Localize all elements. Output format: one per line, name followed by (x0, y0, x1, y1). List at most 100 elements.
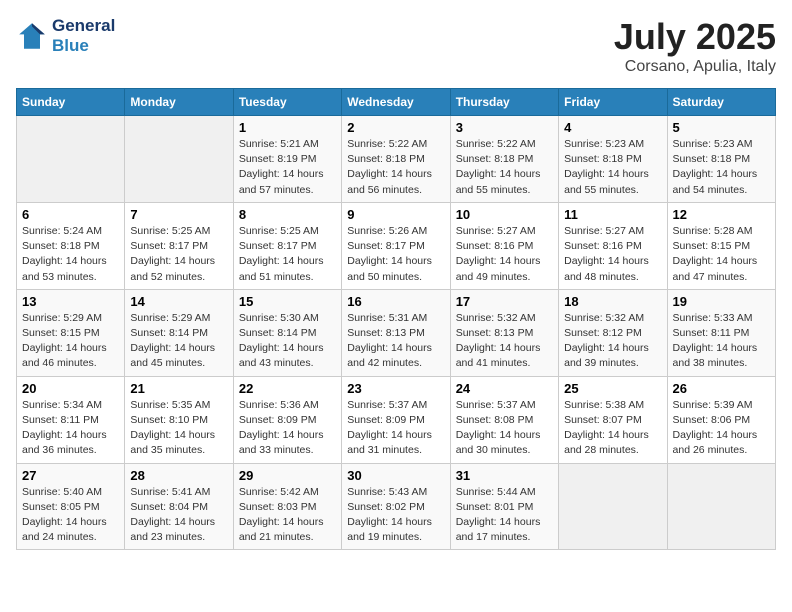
day-info: Sunrise: 5:21 AMSunset: 8:19 PMDaylight:… (239, 137, 336, 198)
day-number: 5 (673, 120, 770, 135)
day-number: 18 (564, 294, 661, 309)
day-number: 28 (130, 468, 227, 483)
calendar-table: SundayMondayTuesdayWednesdayThursdayFrid… (16, 88, 776, 550)
calendar-cell: 28Sunrise: 5:41 AMSunset: 8:04 PMDayligh… (125, 463, 233, 550)
calendar-cell: 1 Sunrise: 5:21 AMSunset: 8:19 PMDaylight… (233, 116, 341, 203)
day-info: Sunrise: 5:42 AMSunset: 8:03 PMDaylight:… (239, 485, 336, 546)
day-number: 7 (130, 207, 227, 222)
weekday-header: Tuesday (233, 89, 341, 116)
calendar-week-row: 27Sunrise: 5:40 AMSunset: 8:05 PMDayligh… (17, 463, 776, 550)
calendar-cell: 2Sunrise: 5:22 AMSunset: 8:18 PMDaylight… (342, 116, 450, 203)
calendar-cell (559, 463, 667, 550)
day-number: 15 (239, 294, 336, 309)
day-number: 23 (347, 381, 444, 396)
calendar-week-row: 20 Sunrise: 5:34 AMSunset: 8:11 PMDayligh… (17, 376, 776, 463)
day-number: 25 (564, 381, 661, 396)
weekday-header: Sunday (17, 89, 125, 116)
day-info: Sunrise: 5:38 AMSunset: 8:07 PMDaylight:… (564, 398, 661, 459)
day-info: Sunrise: 5:22 AMSunset: 8:18 PMDaylight:… (347, 137, 444, 198)
day-info: Sunrise: 5:27 AMSunset: 8:16 PMDaylight:… (564, 224, 661, 285)
calendar-cell: 15 Sunrise: 5:30 AMSunset: 8:14 PMDayligh… (233, 289, 341, 376)
calendar-cell: 4 Sunrise: 5:23 AMSunset: 8:18 PMDaylight… (559, 116, 667, 203)
day-number: 26 (673, 381, 770, 396)
calendar-cell: 31Sunrise: 5:44 AMSunset: 8:01 PMDayligh… (450, 463, 558, 550)
calendar-cell: 14 Sunrise: 5:29 AMSunset: 8:14 PMDayligh… (125, 289, 233, 376)
calendar-week-row: 1 Sunrise: 5:21 AMSunset: 8:19 PMDaylight… (17, 116, 776, 203)
day-number: 17 (456, 294, 553, 309)
calendar-cell: 9Sunrise: 5:26 AMSunset: 8:17 PMDaylight… (342, 202, 450, 289)
calendar-cell: 29 Sunrise: 5:42 AMSunset: 8:03 PMDayligh… (233, 463, 341, 550)
calendar-cell (667, 463, 775, 550)
day-info: Sunrise: 5:35 AMSunset: 8:10 PMDaylight:… (130, 398, 227, 459)
day-info: Sunrise: 5:33 AMSunset: 8:11 PMDaylight:… (673, 311, 770, 372)
day-info: Sunrise: 5:23 AMSunset: 8:18 PMDaylight:… (564, 137, 661, 198)
calendar-week-row: 13Sunrise: 5:29 AMSunset: 8:15 PMDayligh… (17, 289, 776, 376)
weekday-header: Wednesday (342, 89, 450, 116)
day-number: 1 (239, 120, 336, 135)
day-info: Sunrise: 5:37 AMSunset: 8:08 PMDaylight:… (456, 398, 553, 459)
calendar-cell: 18 Sunrise: 5:32 AMSunset: 8:12 PMDayligh… (559, 289, 667, 376)
day-number: 19 (673, 294, 770, 309)
calendar-cell (17, 116, 125, 203)
logo-icon (16, 20, 48, 52)
month-title: July 2025 (614, 16, 776, 58)
day-info: Sunrise: 5:43 AMSunset: 8:02 PMDaylight:… (347, 485, 444, 546)
calendar-cell: 5Sunrise: 5:23 AMSunset: 8:18 PMDaylight… (667, 116, 775, 203)
calendar-cell: 8 Sunrise: 5:25 AMSunset: 8:17 PMDaylight… (233, 202, 341, 289)
calendar-cell: 19 Sunrise: 5:33 AMSunset: 8:11 PMDayligh… (667, 289, 775, 376)
day-number: 27 (22, 468, 119, 483)
weekday-header: Thursday (450, 89, 558, 116)
calendar-cell: 24 Sunrise: 5:37 AMSunset: 8:08 PMDayligh… (450, 376, 558, 463)
day-info: Sunrise: 5:25 AMSunset: 8:17 PMDaylight:… (239, 224, 336, 285)
day-number: 31 (456, 468, 553, 483)
calendar-cell: 16Sunrise: 5:31 AMSunset: 8:13 PMDayligh… (342, 289, 450, 376)
calendar-cell: 27Sunrise: 5:40 AMSunset: 8:05 PMDayligh… (17, 463, 125, 550)
day-info: Sunrise: 5:30 AMSunset: 8:14 PMDaylight:… (239, 311, 336, 372)
day-number: 29 (239, 468, 336, 483)
calendar-cell: 6 Sunrise: 5:24 AMSunset: 8:18 PMDaylight… (17, 202, 125, 289)
calendar-cell: 26 Sunrise: 5:39 AMSunset: 8:06 PMDayligh… (667, 376, 775, 463)
calendar-cell: 11 Sunrise: 5:27 AMSunset: 8:16 PMDayligh… (559, 202, 667, 289)
logo: General Blue (16, 16, 115, 57)
day-number: 14 (130, 294, 227, 309)
day-info: Sunrise: 5:22 AMSunset: 8:18 PMDaylight:… (456, 137, 553, 198)
day-number: 20 (22, 381, 119, 396)
calendar-cell: 22 Sunrise: 5:36 AMSunset: 8:09 PMDayligh… (233, 376, 341, 463)
day-number: 22 (239, 381, 336, 396)
day-info: Sunrise: 5:32 AMSunset: 8:12 PMDaylight:… (564, 311, 661, 372)
day-info: Sunrise: 5:32 AMSunset: 8:13 PMDaylight:… (456, 311, 553, 372)
calendar-cell: 30 Sunrise: 5:43 AMSunset: 8:02 PMDayligh… (342, 463, 450, 550)
calendar-cell: 10Sunrise: 5:27 AMSunset: 8:16 PMDayligh… (450, 202, 558, 289)
title-block: July 2025 Corsano, Apulia, Italy (614, 16, 776, 76)
page-header: General Blue July 2025 Corsano, Apulia, … (16, 16, 776, 76)
calendar-cell (125, 116, 233, 203)
day-info: Sunrise: 5:37 AMSunset: 8:09 PMDaylight:… (347, 398, 444, 459)
day-info: Sunrise: 5:25 AMSunset: 8:17 PMDaylight:… (130, 224, 227, 285)
calendar-cell: 13Sunrise: 5:29 AMSunset: 8:15 PMDayligh… (17, 289, 125, 376)
day-number: 9 (347, 207, 444, 222)
calendar-cell: 20 Sunrise: 5:34 AMSunset: 8:11 PMDayligh… (17, 376, 125, 463)
day-number: 3 (456, 120, 553, 135)
calendar-cell: 23 Sunrise: 5:37 AMSunset: 8:09 PMDayligh… (342, 376, 450, 463)
day-number: 13 (22, 294, 119, 309)
day-number: 12 (673, 207, 770, 222)
day-number: 30 (347, 468, 444, 483)
day-number: 4 (564, 120, 661, 135)
day-number: 8 (239, 207, 336, 222)
day-number: 11 (564, 207, 661, 222)
day-info: Sunrise: 5:39 AMSunset: 8:06 PMDaylight:… (673, 398, 770, 459)
day-info: Sunrise: 5:36 AMSunset: 8:09 PMDaylight:… (239, 398, 336, 459)
weekday-header: Monday (125, 89, 233, 116)
day-info: Sunrise: 5:24 AMSunset: 8:18 PMDaylight:… (22, 224, 119, 285)
day-number: 6 (22, 207, 119, 222)
calendar-cell: 7 Sunrise: 5:25 AMSunset: 8:17 PMDaylight… (125, 202, 233, 289)
calendar-cell: 12Sunrise: 5:28 AMSunset: 8:15 PMDayligh… (667, 202, 775, 289)
weekday-header: Saturday (667, 89, 775, 116)
calendar-week-row: 6 Sunrise: 5:24 AMSunset: 8:18 PMDaylight… (17, 202, 776, 289)
day-info: Sunrise: 5:34 AMSunset: 8:11 PMDaylight:… (22, 398, 119, 459)
calendar-cell: 17 Sunrise: 5:32 AMSunset: 8:13 PMDayligh… (450, 289, 558, 376)
day-info: Sunrise: 5:29 AMSunset: 8:14 PMDaylight:… (130, 311, 227, 372)
weekday-header-row: SundayMondayTuesdayWednesdayThursdayFrid… (17, 89, 776, 116)
day-number: 24 (456, 381, 553, 396)
logo-text: General Blue (52, 16, 115, 57)
